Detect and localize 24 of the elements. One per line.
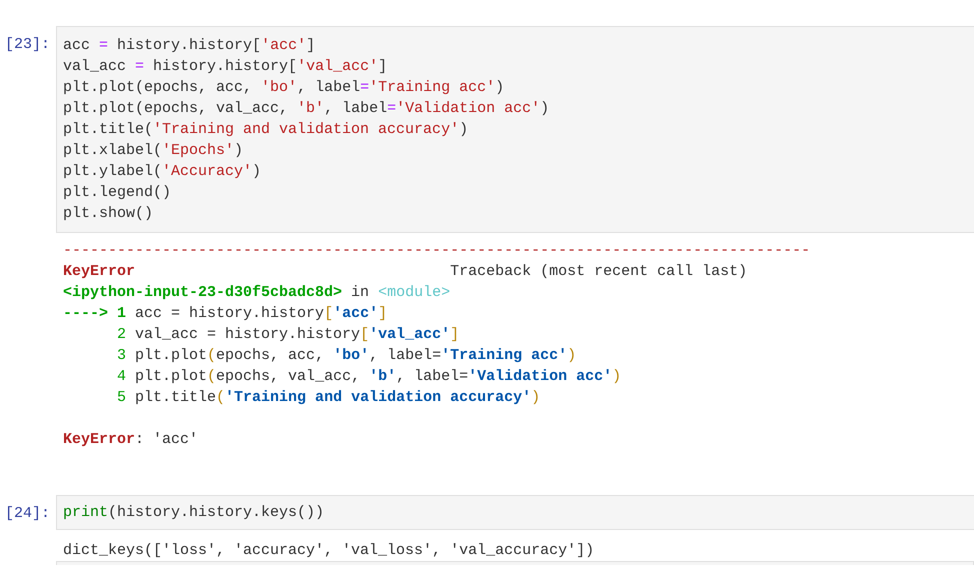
code-line: plt.show()	[63, 204, 154, 224]
code-line: plt.title('Training and validation accuracy')	[63, 120, 470, 140]
code-line: plt.ylabel('Accuracy')	[63, 162, 262, 182]
traceback-line: -----------------------------------------------------------------------------------	[63, 241, 812, 261]
code-input[interactable]	[56, 26, 974, 233]
traceback-line: 2 val_acc = history.history['val_acc']	[116, 325, 460, 345]
code-line: val_acc = history.history['val_acc']	[63, 57, 388, 77]
code-line: print(history.history.keys())	[63, 503, 326, 523]
code-input[interactable]: print(history.history.keys())	[56, 495, 974, 530]
traceback-line: 4 plt.plot(epochs, val_acc, 'b', label='Validation acc')	[116, 367, 622, 387]
traceback-line: <ipython-input-23-d30f5cbadc8d> in <module>	[63, 283, 452, 303]
traceback-line: 3 plt.plot(epochs, acc, 'bo', label='Training acc')	[116, 346, 578, 366]
error-message: KeyError: 'acc'	[63, 430, 200, 450]
code-line: plt.plot(epochs, val_acc, 'b', label='Validation acc')	[63, 99, 550, 119]
output-line: dict_keys(['loss', 'accuracy', 'val_loss', 'val_accuracy'])	[63, 541, 596, 561]
traceback-line: KeyError Traceback (most recent call last)	[63, 262, 748, 282]
code-line: acc = history.history['acc']	[63, 36, 316, 56]
cell-prompt: [23]:	[4, 35, 52, 55]
code-line: plt.legend()	[63, 183, 172, 203]
traceback-line: ----> 1 acc = history.history['acc']	[63, 304, 388, 324]
code-line: plt.xlabel('Epochs')	[63, 141, 244, 161]
traceback-line: 5 plt.title('Training and validation accuracy')	[116, 388, 542, 408]
cell-prompt: [24]:	[4, 504, 52, 524]
code-line: plt.plot(epochs, acc, 'bo', label='Training acc')	[63, 78, 506, 98]
